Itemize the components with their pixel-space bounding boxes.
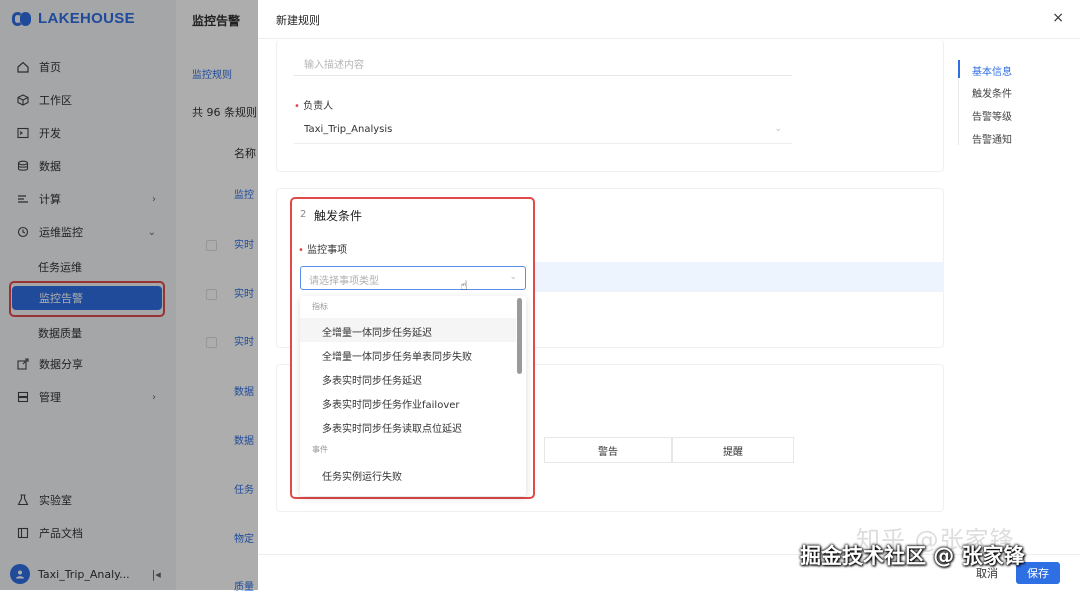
owner-value: Taxi_Trip_Analysis [304, 124, 393, 135]
divider [258, 38, 1080, 39]
trigger-condition-panel: 2 触发条件 • 监控事项 请选择事项类型 ⌄ ☝ 指标 全增量一体同步任务延迟… [290, 197, 535, 499]
dropdown-scrollbar[interactable] [517, 298, 522, 374]
dropdown-option[interactable]: 多表实时同步任务读取点位延迟 [300, 414, 516, 438]
level-reminder[interactable]: 提醒 [672, 437, 794, 463]
owner-select[interactable]: Taxi_Trip_Analysis ⌄ [294, 116, 792, 144]
pointer-cursor-icon: ☝ [460, 279, 468, 294]
chevron-down-icon: ⌄ [509, 272, 517, 282]
dropdown-option[interactable]: 全增量一体同步任务延迟 [300, 318, 516, 342]
dropdown-option[interactable]: 多表实时同步任务作业failover [300, 390, 516, 414]
section-number: 2 [300, 209, 307, 220]
anchor-active-indicator [958, 60, 960, 78]
anchor-trigger[interactable]: 触发条件 [972, 85, 1012, 100]
dropdown-option[interactable]: 任务实例运行失败 [300, 462, 516, 486]
close-icon[interactable]: × [1052, 10, 1064, 26]
drawer-title: 新建规则 [276, 14, 320, 27]
chevron-down-icon: ⌄ [774, 124, 782, 134]
section-title: 触发条件 [314, 209, 363, 223]
select-placeholder: 请选择事项类型 [309, 276, 379, 287]
dropdown-option[interactable]: 多表实时同步任务延迟 [300, 366, 516, 390]
watermark: 掘金技术社区 @ 张家锋 [800, 544, 1025, 568]
level-warning[interactable]: 警告 [544, 437, 672, 463]
monitor-item-dropdown: 指标 全增量一体同步任务延迟 全增量一体同步任务单表同步失败 多表实时同步任务延… [300, 296, 526, 496]
monitor-item-label: • 监控事项 [298, 245, 348, 256]
monitor-item-select[interactable]: 请选择事项类型 ⌄ [300, 266, 526, 290]
group-label: 事件 [312, 445, 328, 454]
hover-row [530, 262, 944, 292]
anchor-alert-level[interactable]: 告警等级 [972, 108, 1012, 123]
anchor-basic-info[interactable]: 基本信息 [972, 63, 1012, 78]
description-input[interactable]: 输入描述内容 [294, 48, 792, 76]
modal-overlay[interactable] [0, 0, 258, 590]
group-label: 指标 [312, 302, 328, 311]
dropdown-option[interactable]: 全增量一体同步任务单表同步失败 [300, 342, 516, 366]
owner-label: • 负责人 [294, 101, 334, 112]
anchor-alert-notice[interactable]: 告警通知 [972, 131, 1012, 146]
